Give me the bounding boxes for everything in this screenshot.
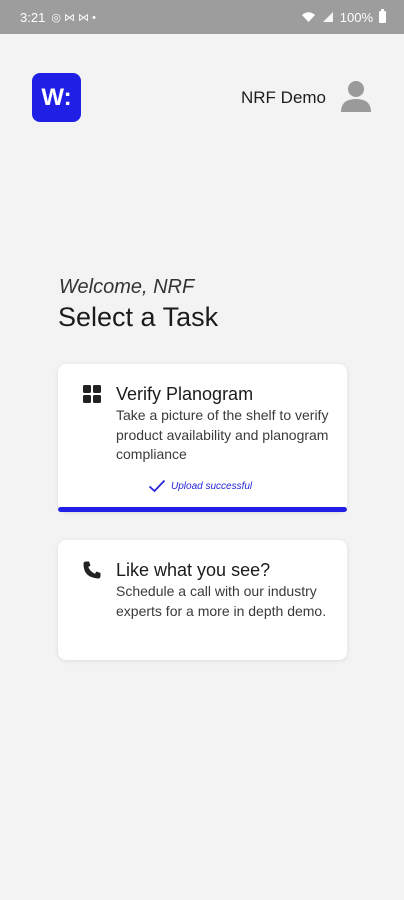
- upload-progress-fill: [58, 507, 347, 512]
- task-title: Like what you see?: [116, 560, 271, 580]
- phone-icon: [83, 561, 101, 579]
- checkmark-icon: [148, 479, 166, 493]
- app-logo: W:: [32, 73, 81, 122]
- task-title: Verify Planogram: [116, 384, 254, 404]
- status-bar: 3:21 ◎ ⋈ ⋈ • 100%: [0, 0, 404, 34]
- task-card-schedule-call[interactable]: Like what you see? Schedule a call with …: [58, 540, 347, 660]
- upload-status-text: Upload successful: [171, 480, 253, 492]
- task-description: Take a picture of the shelf to verify pr…: [116, 407, 329, 462]
- task-card-verify-planogram[interactable]: Verify Planogram Take a picture of the s…: [58, 364, 347, 512]
- battery-percent: 100%: [339, 9, 373, 25]
- user-name[interactable]: NRF Demo: [241, 88, 326, 108]
- battery-icon: [379, 9, 386, 23]
- task-description: Schedule a call with our industry expert…: [116, 583, 327, 619]
- signal-icon: [322, 12, 333, 22]
- page-title: Select a Task: [58, 302, 219, 332]
- notification-icons: ◎ ⋈ ⋈ •: [51, 11, 96, 24]
- status-right: 100%: [301, 9, 386, 25]
- upload-progress-bar: [58, 507, 347, 512]
- avatar-icon[interactable]: [338, 78, 374, 114]
- status-time: 3:21: [20, 9, 46, 25]
- upload-status: Upload successful: [148, 479, 252, 493]
- status-left: 3:21 ◎ ⋈ ⋈ •: [20, 10, 96, 25]
- welcome-greeting: Welcome, NRF: [59, 276, 195, 298]
- wifi-icon: [301, 12, 315, 22]
- logo-text: W:: [41, 83, 72, 111]
- grid-icon: [83, 385, 101, 403]
